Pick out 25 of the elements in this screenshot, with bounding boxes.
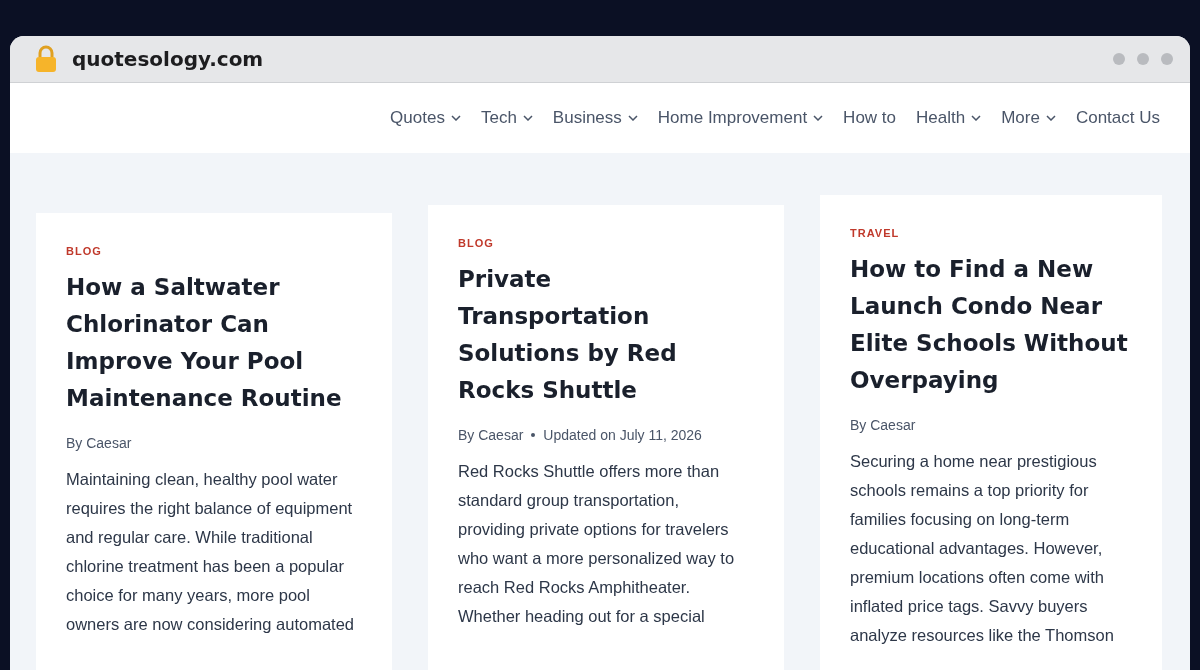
author-text: By Caesar	[850, 417, 916, 433]
post-title[interactable]: Private Transportation Solutions by Red Rocks Shuttle	[458, 261, 677, 409]
nav-link[interactable]: Contact Us	[1075, 108, 1160, 128]
window-controls-icon[interactable]	[1112, 52, 1174, 66]
post-title[interactable]: How a Saltwater Chlorinator Can Improve Your Pool Maintenance Routine	[66, 269, 342, 417]
post-title[interactable]: How to Find a New Launch Condo Near Elite Schools Without Overpaying	[850, 251, 1128, 399]
nav-link[interactable]: Business	[552, 108, 638, 128]
url-text[interactable]: quotesology.com	[72, 47, 264, 71]
category-link[interactable]: TRAVEL	[850, 227, 900, 239]
nav-link[interactable]: Health	[916, 108, 982, 128]
updated-date: Updated on July 11, 2026	[543, 427, 702, 443]
category-link[interactable]: BLOG	[458, 237, 494, 249]
nav-link[interactable]: Quotes	[390, 108, 461, 128]
lock-icon	[34, 45, 58, 73]
author-text: By Caesar	[458, 427, 524, 443]
nav-link[interactable]: More	[1001, 108, 1056, 128]
post-excerpt: Maintaining clean, healthy pool water requires the right balance of equipment and regular care. While traditional chlorine treatment has been a popular choice for many years, more pool owners are now considering automated	[66, 469, 354, 635]
separator-dot	[531, 433, 536, 437]
author-text: By Caesar	[66, 435, 132, 451]
post-excerpt: Securing a home near prestigious schools remains a top priority for families focusing on long-term educational advantages. However, premium locations often come with inflated price tags. Savvy buyers analyze resources like the Thomson	[850, 451, 1114, 646]
nav-link[interactable]: Tech	[480, 108, 533, 128]
nav-link[interactable]: How to	[843, 108, 897, 128]
post-excerpt: Red Rocks Shuttle offers more than standard group transportation, providing private options for travelers who want a more personalized way to reach Red Rocks Amphitheater. Whether heading out for a special	[458, 461, 735, 627]
category-link[interactable]: BLOG	[66, 245, 102, 257]
nav-link[interactable]: Home Improvement	[657, 108, 824, 128]
